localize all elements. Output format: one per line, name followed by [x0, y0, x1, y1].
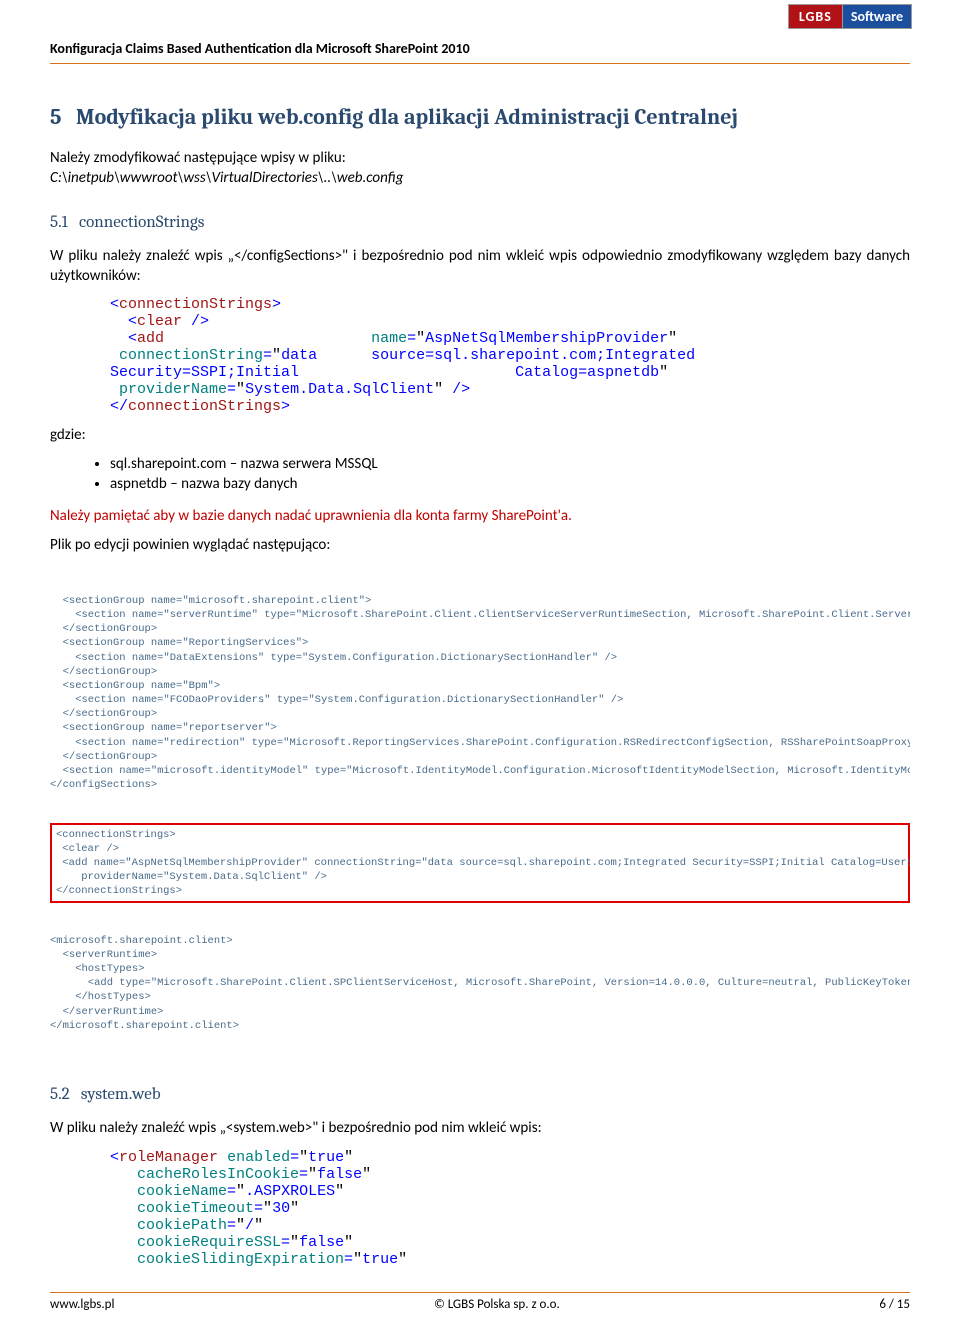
config-path: C:\inetpub\wwwroot\wss\VirtualDirectorie…	[50, 169, 403, 187]
brand-logo: LGBSSoftware	[788, 4, 912, 29]
config-snapshot-pre: <sectionGroup name="microsoft.sharepoint…	[50, 594, 910, 792]
page-header-title: Konfiguracja Claims Based Authentication…	[50, 10, 910, 63]
list-item: sql.sharepoint.com – nazwa serwera MSSQL	[110, 455, 910, 473]
section-5-2-para: W pliku należy znaleźć wpis „<system.web…	[50, 1118, 910, 1138]
page-footer: www.lgbs.pl © LGBS Polska sp. z o.o. 6 /…	[50, 1292, 910, 1312]
section-5-2-heading: 5.2 system.web	[50, 1085, 910, 1104]
where-label: gdzie:	[50, 425, 910, 445]
section-5-heading: 5 Modyfikacja pliku web.config dla aplik…	[50, 104, 910, 130]
code-block-rolemanager: <roleManager enabled="true" cacheRolesIn…	[110, 1149, 910, 1268]
logo-right: Software	[842, 4, 912, 29]
list-item: aspnetdb – nazwa bazy danych	[110, 475, 910, 493]
footer-page-number: 6 / 15	[879, 1297, 910, 1312]
footer-copyright: © LGBS Polska sp. z o.o.	[434, 1297, 560, 1312]
logo-left: LGBS	[788, 4, 843, 29]
warning-text: Należy pamiętać aby w bazie danych nadać…	[50, 507, 910, 525]
config-snapshot-post: <microsoft.sharepoint.client> <serverRun…	[50, 934, 910, 1033]
section-5-1-para: W pliku należy znaleźć wpis „</configSec…	[50, 246, 910, 287]
after-edit-text: Plik po edycji powinien wyglądać następu…	[50, 535, 910, 555]
section-5-intro: Należy zmodyfikować następujące wpisy w …	[50, 148, 910, 189]
where-list: sql.sharepoint.com – nazwa serwera MSSQL…	[90, 455, 910, 493]
config-snapshot: <sectionGroup name="microsoft.sharepoint…	[50, 566, 910, 1062]
config-snapshot-highlight: <connectionStrings> <clear /> <add name=…	[50, 823, 910, 904]
code-block-connectionstrings: <connectionStrings> <clear /> <add name=…	[110, 296, 910, 415]
section-5-1-heading: 5.1 connectionStrings	[50, 213, 910, 232]
footer-url: www.lgbs.pl	[50, 1297, 114, 1312]
